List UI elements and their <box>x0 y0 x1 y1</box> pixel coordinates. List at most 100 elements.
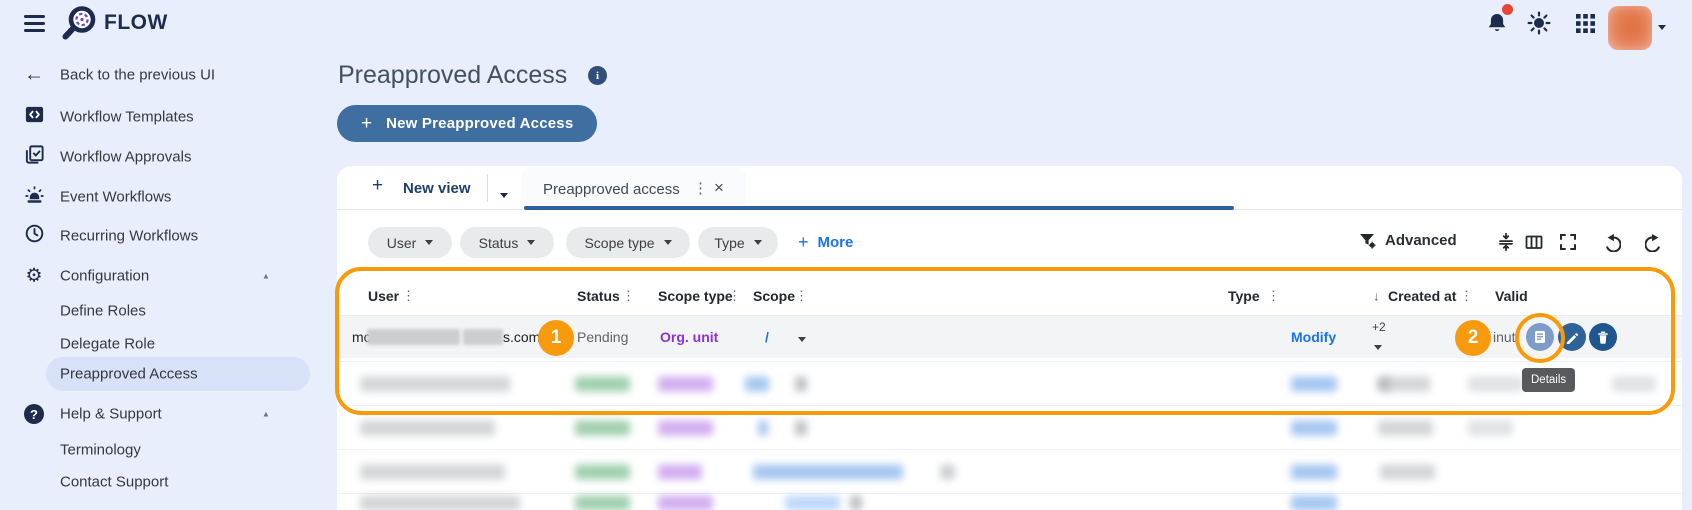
apps-grid-icon[interactable] <box>1572 10 1598 36</box>
table-row-redacted[interactable] <box>337 493 1682 510</box>
active-tab-indicator <box>524 206 1234 210</box>
back-arrow-icon: ← <box>24 63 44 86</box>
delete-button[interactable] <box>1589 323 1617 351</box>
column-header-status[interactable]: Status <box>577 288 620 304</box>
chevron-down-icon <box>753 240 762 245</box>
undo-icon[interactable] <box>1599 230 1623 254</box>
redacted-cell <box>753 464 903 480</box>
filter-chip-status[interactable]: Status <box>460 227 554 258</box>
sidebar-item-contact-support[interactable]: Contact Support <box>0 465 312 499</box>
sidebar-item-label: Workflow Approvals <box>60 148 192 166</box>
sidebar-item-label: Help & Support <box>60 405 162 423</box>
user-email-suffix: s.com <box>503 329 541 345</box>
workflow-templates-icon <box>22 104 46 130</box>
edit-button[interactable] <box>1558 323 1586 351</box>
column-header-user[interactable]: User <box>368 288 399 304</box>
column-header-valid[interactable]: Valid <box>1495 288 1528 304</box>
gear-icon: ⚙ <box>25 265 43 287</box>
chevron-down-icon <box>425 240 434 245</box>
sidebar-item-configuration[interactable]: ⚙ Configuration ▲ <box>0 259 312 293</box>
tab-preapproved-access[interactable]: Preapproved access ⋮ × <box>522 168 746 210</box>
table-row-redacted[interactable] <box>337 405 1682 450</box>
filter-chip-type[interactable]: Type <box>698 227 778 258</box>
sidebar-item-label: Back to the previous UI <box>60 66 216 84</box>
sidebar-item-delegate-role[interactable]: Delegate Role <box>0 327 312 361</box>
info-icon[interactable]: i <box>588 66 607 85</box>
collapse-caret-icon[interactable]: ▲ <box>262 272 270 281</box>
hamburger-menu-icon[interactable] <box>24 15 45 32</box>
sidebar-item-event-workflows[interactable]: Event Workflows <box>0 180 312 214</box>
column-kebab-icon[interactable]: ⋮ <box>728 288 741 304</box>
tab-close-icon[interactable]: × <box>714 178 724 198</box>
collapse-caret-icon[interactable]: ▲ <box>262 410 270 419</box>
manage-columns-icon[interactable] <box>1522 230 1546 254</box>
account-avatar[interactable] <box>1608 6 1652 50</box>
sidebar-item-workflow-approvals[interactable]: Workflow Approvals <box>0 140 312 174</box>
type-more-caret-icon[interactable] <box>1374 337 1382 355</box>
column-header-scope-type[interactable]: Scope type <box>658 288 733 304</box>
sort-descending-icon[interactable]: ↓ <box>1373 289 1380 304</box>
filter-funnel-icon <box>1358 231 1377 250</box>
table-row-redacted[interactable] <box>337 449 1682 494</box>
column-header-scope[interactable]: Scope <box>753 288 795 304</box>
redacted-cell <box>1468 376 1523 392</box>
redacted-cell <box>1385 376 1430 392</box>
new-preapproved-access-button[interactable]: + New Preapproved Access <box>337 105 598 142</box>
redacted-cell <box>658 420 713 436</box>
sidebar-item-recurring-workflows[interactable]: Recurring Workflows <box>0 219 312 253</box>
redacted-cell <box>795 376 807 392</box>
column-kebab-icon[interactable]: ⋮ <box>1267 288 1280 304</box>
sidebar-item-label: Delegate Role <box>60 335 156 353</box>
column-header-created-at[interactable]: Created at <box>1388 288 1456 304</box>
chevron-down-icon <box>663 240 672 245</box>
flow-logo-icon[interactable] <box>60 4 98 42</box>
redacted-cell <box>575 420 630 436</box>
workflow-approvals-icon <box>22 144 46 170</box>
redacted-cell <box>1291 376 1337 392</box>
sidebar-item-terminology[interactable]: Terminology <box>0 433 312 467</box>
details-button[interactable] <box>1526 323 1554 351</box>
app-title: FLOW <box>104 11 168 34</box>
fullscreen-icon[interactable] <box>1556 230 1580 254</box>
table-header-row: User ⋮ Status ⋮ Scope type ⋮ Scope ⋮ Typ… <box>337 278 1682 314</box>
account-caret-icon[interactable] <box>1658 17 1666 35</box>
sidebar-item-workflow-templates[interactable]: Workflow Templates <box>0 100 312 134</box>
tab-kebab-icon[interactable]: ⋮ <box>693 179 708 197</box>
sidebar-item-label: Event Workflows <box>60 188 172 206</box>
more-filters-button[interactable]: + More <box>798 232 853 253</box>
sidebar-item-define-roles[interactable]: Define Roles <box>0 294 312 328</box>
column-header-type[interactable]: Type <box>1228 288 1260 304</box>
redacted-email-block <box>463 329 503 345</box>
sidebar-item-help-support[interactable]: ? Help & Support ▲ <box>0 397 312 431</box>
redacted-cell <box>1380 464 1435 480</box>
new-view-button[interactable]: New view <box>403 180 471 197</box>
column-kebab-icon[interactable]: ⋮ <box>402 288 415 304</box>
new-view-plus-icon[interactable]: + <box>372 175 383 197</box>
sidebar-item-label: Define Roles <box>60 302 146 320</box>
filter-chip-user[interactable]: User <box>368 227 452 258</box>
theme-brightness-icon[interactable] <box>1526 10 1552 36</box>
sidebar-item-preapproved-access-selected[interactable]: Preapproved Access <box>46 357 310 391</box>
column-kebab-icon[interactable]: ⋮ <box>1460 288 1473 304</box>
column-kebab-icon[interactable]: ⋮ <box>622 288 635 304</box>
redacted-cell <box>360 495 520 510</box>
redacted-cell <box>658 464 702 480</box>
row-density-icon[interactable] <box>1494 230 1518 254</box>
refresh-icon[interactable] <box>1643 230 1667 254</box>
column-kebab-icon[interactable]: ⋮ <box>795 288 808 304</box>
event-siren-icon <box>22 184 46 210</box>
sidebar-item-back[interactable]: ← Back to the previous UI <box>0 58 312 92</box>
page-title: Preapproved Access <box>338 61 568 89</box>
sidebar-item-label: Terminology <box>60 441 141 459</box>
table-row-redacted[interactable] <box>337 361 1682 406</box>
plus-icon: + <box>361 112 373 134</box>
scope-caret-icon[interactable] <box>798 329 806 345</box>
redacted-cell <box>360 376 510 392</box>
filter-chip-scope-type[interactable]: Scope type <box>566 227 690 258</box>
type-more-count: +2 <box>1372 320 1386 334</box>
redacted-cell <box>745 376 769 392</box>
scope-cell[interactable]: / <box>765 329 769 345</box>
sidebar-item-label: Contact Support <box>60 473 169 491</box>
advanced-filter-button[interactable]: Advanced <box>1358 231 1457 250</box>
new-view-caret-icon[interactable] <box>500 185 508 203</box>
